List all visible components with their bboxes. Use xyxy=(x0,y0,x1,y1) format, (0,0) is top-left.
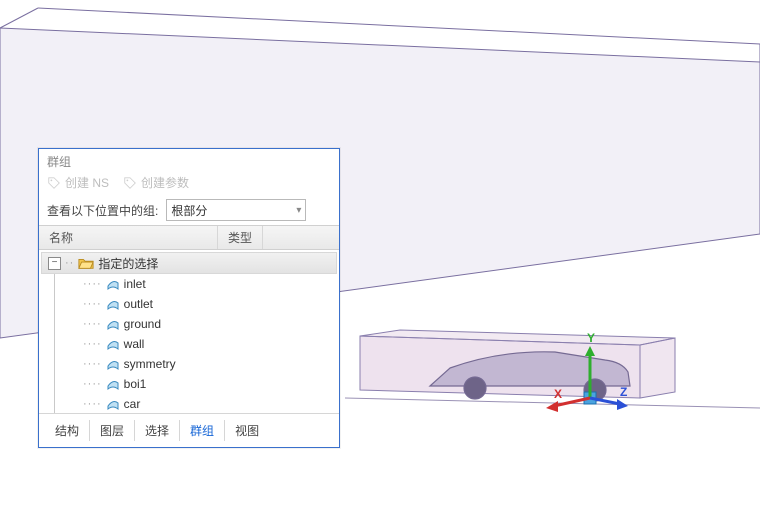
surface-icon xyxy=(106,377,120,391)
tree-item-car[interactable]: ···· car xyxy=(39,394,339,414)
panel-toolbar: 创建 NS 创建参数 xyxy=(39,172,339,195)
tree-item-label: car xyxy=(124,397,141,411)
folder-open-icon xyxy=(78,256,94,270)
lookup-label: 查看以下位置中的组: xyxy=(47,202,158,219)
location-combo[interactable]: 根部分 ▾ xyxy=(166,199,306,221)
create-param-label: 创建参数 xyxy=(141,174,189,191)
surface-icon xyxy=(106,357,120,371)
combo-value: 根部分 xyxy=(171,202,207,219)
svg-text:Z: Z xyxy=(620,385,627,399)
surface-icon xyxy=(106,337,120,351)
tree-connector: ···· xyxy=(83,298,102,310)
tab-structure[interactable]: 结构 xyxy=(45,420,90,441)
lookup-row: 查看以下位置中的组: 根部分 ▾ xyxy=(39,195,339,225)
surface-icon xyxy=(106,397,120,411)
svg-text:Y: Y xyxy=(587,331,595,345)
tab-view[interactable]: 视图 xyxy=(225,420,269,441)
tree-item-label: wall xyxy=(124,337,145,351)
tree-item-inlet[interactable]: ···· inlet xyxy=(39,274,339,294)
tree-item-label: inlet xyxy=(124,277,146,291)
tag-icon xyxy=(123,176,137,190)
tree-item-label: symmetry xyxy=(124,357,176,371)
col-type[interactable]: 类型 xyxy=(218,226,263,249)
tree-connector: ·· xyxy=(65,257,74,269)
tree-item-symmetry[interactable]: ···· symmetry xyxy=(39,354,339,374)
tree-item-outlet[interactable]: ···· outlet xyxy=(39,294,339,314)
tab-group[interactable]: 群组 xyxy=(180,420,225,441)
tree-item-wall[interactable]: ···· wall xyxy=(39,334,339,354)
tree-connector: ···· xyxy=(83,278,102,290)
tree-connector: ···· xyxy=(83,358,102,370)
surface-icon xyxy=(106,297,120,311)
tree-connector: ···· xyxy=(83,338,102,350)
collapse-icon[interactable]: − xyxy=(48,257,61,270)
tree-connector: ···· xyxy=(83,378,102,390)
panel-title: 群组 xyxy=(39,149,339,172)
tree-item-label: boi1 xyxy=(124,377,147,391)
create-ns-button[interactable]: 创建 NS xyxy=(47,174,109,191)
tree-root[interactable]: − ·· 指定的选择 xyxy=(41,252,337,274)
surface-icon xyxy=(106,317,120,331)
col-name[interactable]: 名称 xyxy=(39,226,218,249)
tree-connector: ···· xyxy=(83,398,102,410)
svg-text:X: X xyxy=(554,387,562,401)
tree-item-label: ground xyxy=(124,317,161,331)
tree-item-label: outlet xyxy=(124,297,153,311)
tree-item-ground[interactable]: ···· ground xyxy=(39,314,339,334)
create-ns-label: 创建 NS xyxy=(65,174,109,191)
grid-header: 名称 类型 xyxy=(39,225,339,250)
tree-connector: ···· xyxy=(83,318,102,330)
panel-tabs: 结构 图层 选择 群组 视图 xyxy=(39,413,339,447)
groups-panel: 群组 创建 NS 创建参数 查看以下位置中的组: 根部分 ▾ 名称 类型 − ·… xyxy=(38,148,340,448)
surface-icon xyxy=(106,277,120,291)
tree-item-boi1[interactable]: ···· boi1 xyxy=(39,374,339,394)
tree: − ·· 指定的选择 ···· inlet ···· outlet ···· g… xyxy=(39,250,339,422)
create-param-button[interactable]: 创建参数 xyxy=(123,174,189,191)
tree-root-label: 指定的选择 xyxy=(98,255,158,272)
tab-selection[interactable]: 选择 xyxy=(135,420,180,441)
tag-icon xyxy=(47,176,61,190)
chevron-down-icon: ▾ xyxy=(296,205,301,216)
tab-layer[interactable]: 图层 xyxy=(90,420,135,441)
